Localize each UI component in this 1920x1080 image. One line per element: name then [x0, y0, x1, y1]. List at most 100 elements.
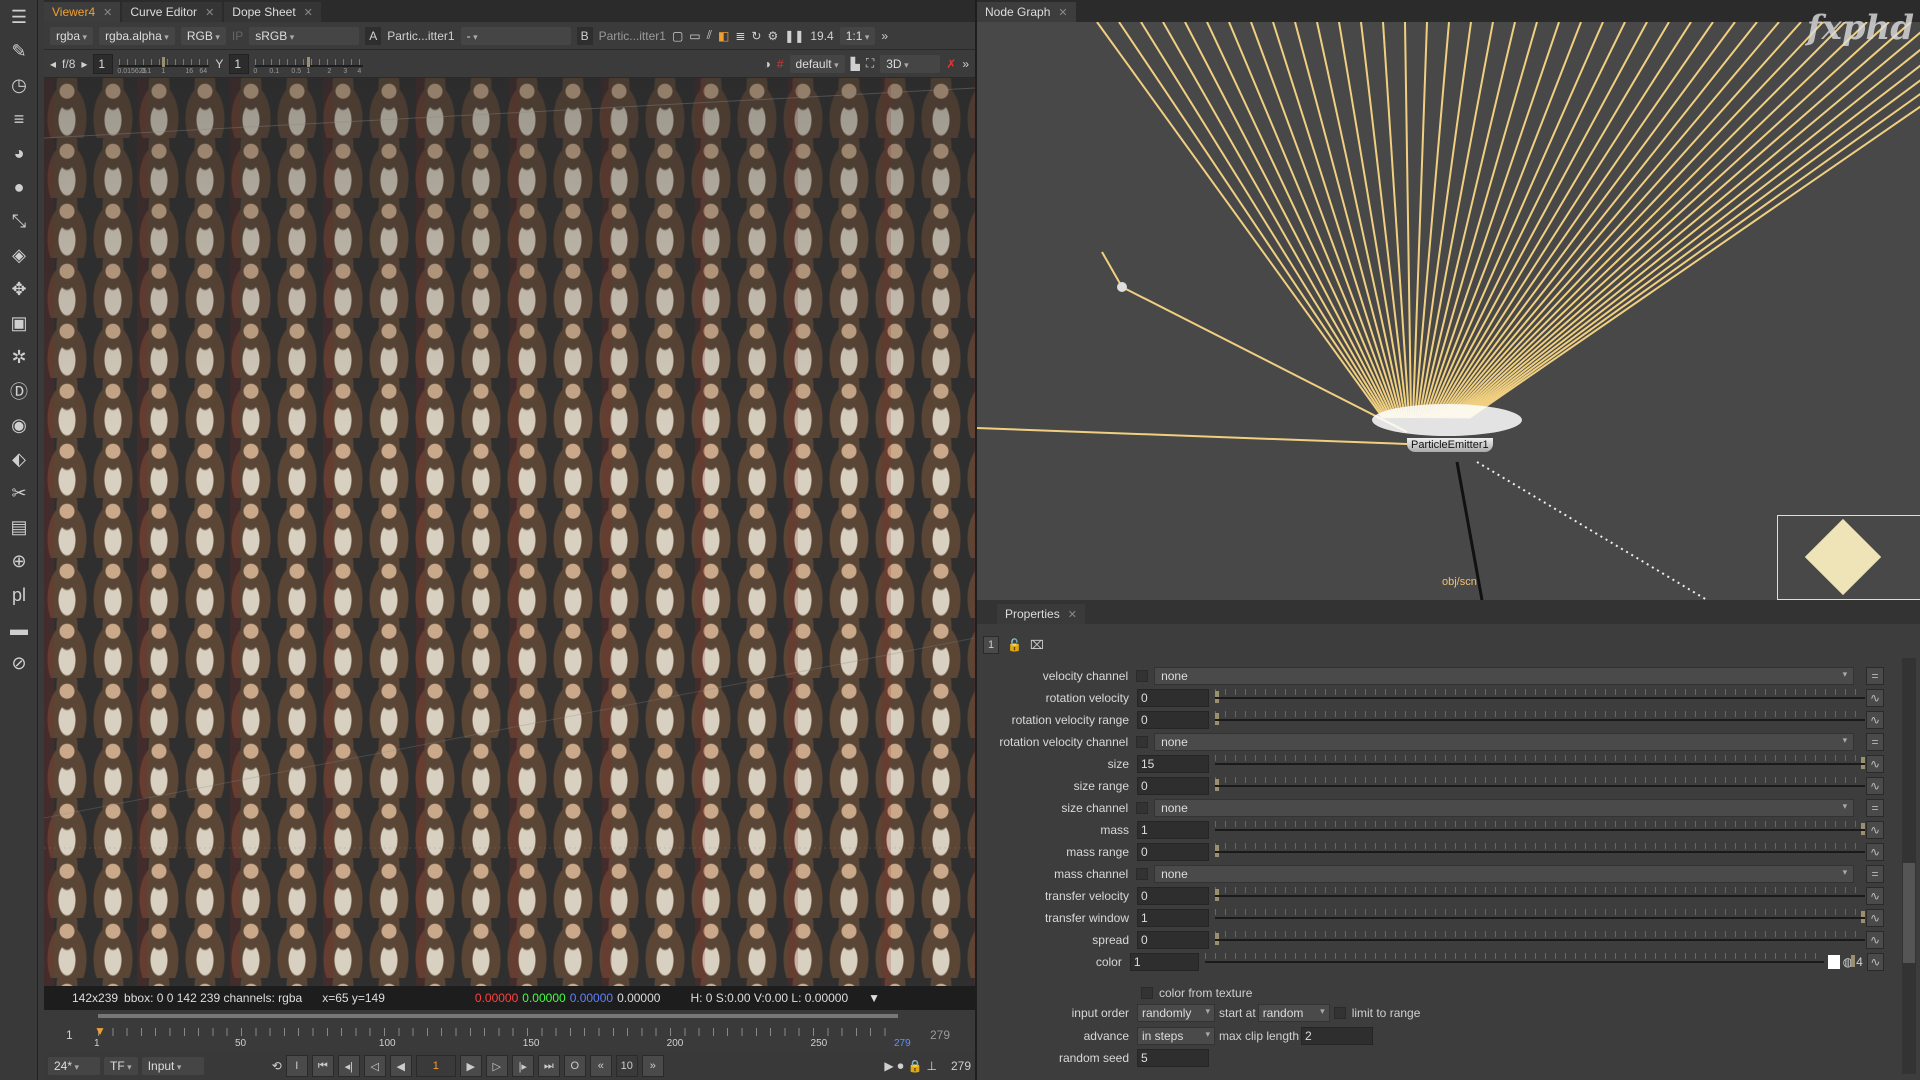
fps-dropdown[interactable]: 24* — [48, 1057, 100, 1075]
lines-icon[interactable]: ≣ — [735, 29, 745, 43]
furnace-icon[interactable]: ⊕ — [0, 544, 38, 578]
view3d-dropdown[interactable]: 3D — [880, 54, 941, 73]
animation-curve-icon[interactable]: ∿ — [1866, 887, 1884, 905]
range-icon[interactable]: ⊥ — [927, 1059, 937, 1073]
properties-scrollbar[interactable] — [1902, 658, 1916, 1074]
prev-key-button[interactable]: ◂| — [337, 1055, 360, 1077]
input-wire[interactable] — [1360, 22, 1408, 419]
property-slider[interactable] — [1215, 821, 1865, 839]
input-b-value[interactable]: Partic...itter1 — [599, 29, 666, 43]
close-icon[interactable]: ✕ — [1068, 608, 1077, 621]
pick-icon[interactable]: ✗ — [946, 57, 956, 71]
time-icon[interactable]: ◷ — [0, 68, 38, 102]
timeline-range-bar[interactable] — [98, 1014, 898, 1018]
gamma-field[interactable]: 1 — [229, 53, 250, 74]
animation-curve-icon[interactable]: ∿ — [1866, 821, 1884, 839]
tf-dropdown[interactable]: TF — [104, 1057, 138, 1075]
slider-handle[interactable] — [307, 56, 311, 67]
views-icon[interactable]: ◉ — [0, 408, 38, 442]
tab-properties[interactable]: Properties ✕ — [997, 604, 1085, 624]
viewer-image[interactable] — [44, 78, 975, 986]
advance-dropdown[interactable]: in steps — [1137, 1027, 1215, 1045]
next-key-button[interactable]: |▸ — [511, 1055, 534, 1077]
input-wire[interactable] — [1162, 22, 1390, 419]
input-wire[interactable] — [1464, 22, 1920, 419]
input-wire[interactable] — [1250, 22, 1398, 419]
node-graph-panel[interactable]: Node Graph ✕ ParticleEmitter1 obj/scn fxp… — [977, 0, 1920, 600]
property-slider[interactable] — [1215, 711, 1865, 729]
transform-icon[interactable]: ✥ — [0, 272, 38, 306]
fit-icon[interactable]: ⛶ — [866, 56, 874, 71]
tab-node-graph[interactable]: Node Graph ✕ — [977, 2, 1076, 22]
particles-icon[interactable]: ✲ — [0, 340, 38, 374]
property-checkbox[interactable] — [1136, 670, 1149, 682]
play-forward-button[interactable]: ▶ — [459, 1055, 482, 1077]
input-wire[interactable] — [977, 427, 1408, 445]
color-swatch[interactable] — [1828, 955, 1840, 969]
input-wire[interactable] — [1450, 22, 1846, 419]
input-wire[interactable] — [1272, 22, 1400, 419]
prev-increment-button[interactable]: ◁ — [363, 1055, 386, 1077]
property-input[interactable]: 0 — [1137, 689, 1209, 707]
last-frame-button[interactable]: ⏭ — [537, 1055, 560, 1077]
expression-link[interactable] — [1476, 461, 1708, 600]
fstop-prev-icon[interactable]: ◂ — [50, 57, 56, 71]
tab-curve-editor[interactable]: Curve Editor ✕ — [122, 2, 223, 22]
current-frame-field[interactable]: 1 — [415, 1055, 456, 1077]
input-wire[interactable] — [1118, 22, 1386, 419]
scrollbar-thumb[interactable] — [1903, 863, 1915, 963]
property-input[interactable]: 0 — [1137, 777, 1209, 795]
animation-curve-icon[interactable]: ∿ — [1866, 689, 1884, 707]
slider-handle[interactable] — [1215, 691, 1219, 703]
property-input[interactable]: 0 — [1137, 887, 1209, 905]
step-forward-button[interactable]: » — [641, 1055, 664, 1077]
property-input[interactable]: 0 — [1137, 711, 1209, 729]
a-operation-dropdown[interactable]: - — [460, 26, 571, 45]
input-wire[interactable] — [1434, 22, 1670, 419]
flipbook-icon[interactable]: ▶ — [884, 1059, 893, 1073]
gain-field[interactable]: 1 — [93, 53, 114, 74]
equals-icon[interactable]: = — [1866, 667, 1884, 685]
fstop-next-icon[interactable]: ▸ — [81, 57, 87, 71]
mode-dropdown[interactable]: Input — [141, 1057, 204, 1075]
in-point-button[interactable]: I — [285, 1055, 308, 1077]
input-wire[interactable] — [1444, 22, 1780, 419]
paint-icon[interactable]: ✎ — [0, 34, 38, 68]
property-slider[interactable] — [1215, 777, 1865, 795]
other-icon[interactable]: ▤ — [0, 510, 38, 544]
close-icon[interactable]: ✕ — [103, 6, 112, 19]
input-wire[interactable] — [1440, 22, 1736, 419]
property-checkbox[interactable] — [1136, 736, 1149, 748]
animation-curve-icon[interactable]: ∿ — [1866, 909, 1884, 927]
wire-dot[interactable] — [1117, 282, 1127, 292]
grid-icon[interactable]: # — [777, 57, 784, 71]
animation-curve-icon[interactable]: ∿ — [1866, 777, 1884, 795]
node-graph-canvas[interactable] — [977, 22, 1920, 600]
property-input[interactable]: 1 — [1137, 909, 1209, 927]
close-icon[interactable]: ✕ — [304, 6, 313, 19]
play-backward-button[interactable]: ◀ — [389, 1055, 412, 1077]
limit-to-range-checkbox[interactable] — [1333, 1007, 1346, 1019]
lock-icon[interactable]: 🔓 — [1007, 638, 1022, 652]
input-wire[interactable] — [1448, 22, 1824, 419]
timeline[interactable]: 1 279 ▼ 1 50 100 150 200 250 279 — [44, 1012, 975, 1052]
equals-icon[interactable]: = — [1866, 865, 1884, 883]
property-dropdown[interactable]: none — [1154, 799, 1855, 817]
gamma-slider[interactable]: 0 0.1 0.5 1 2 3 4 — [253, 51, 364, 77]
slider-handle[interactable] — [1215, 933, 1219, 945]
loop-icon[interactable]: ⟲ — [272, 1059, 282, 1073]
max-panels-field[interactable]: 1 — [983, 636, 999, 654]
slider-handle[interactable] — [1215, 845, 1219, 857]
animation-curve-icon[interactable]: ∿ — [1866, 843, 1884, 861]
animation-curve-icon[interactable]: ∿ — [1866, 931, 1884, 949]
color-from-texture-checkbox[interactable] — [1141, 987, 1153, 999]
property-dropdown[interactable]: none — [1154, 733, 1855, 751]
view-mode-dropdown[interactable]: default — [789, 54, 845, 73]
property-checkbox[interactable] — [1136, 802, 1149, 814]
pl-icon[interactable]: pl — [0, 578, 38, 612]
overlay-icon[interactable]: ◧ — [718, 29, 729, 43]
navigator-minimap[interactable] — [1777, 515, 1920, 600]
slider-handle[interactable] — [1215, 713, 1219, 725]
frame-icon[interactable]: ▭ — [689, 29, 700, 43]
plugin-icon[interactable]: ⊘ — [0, 646, 38, 680]
